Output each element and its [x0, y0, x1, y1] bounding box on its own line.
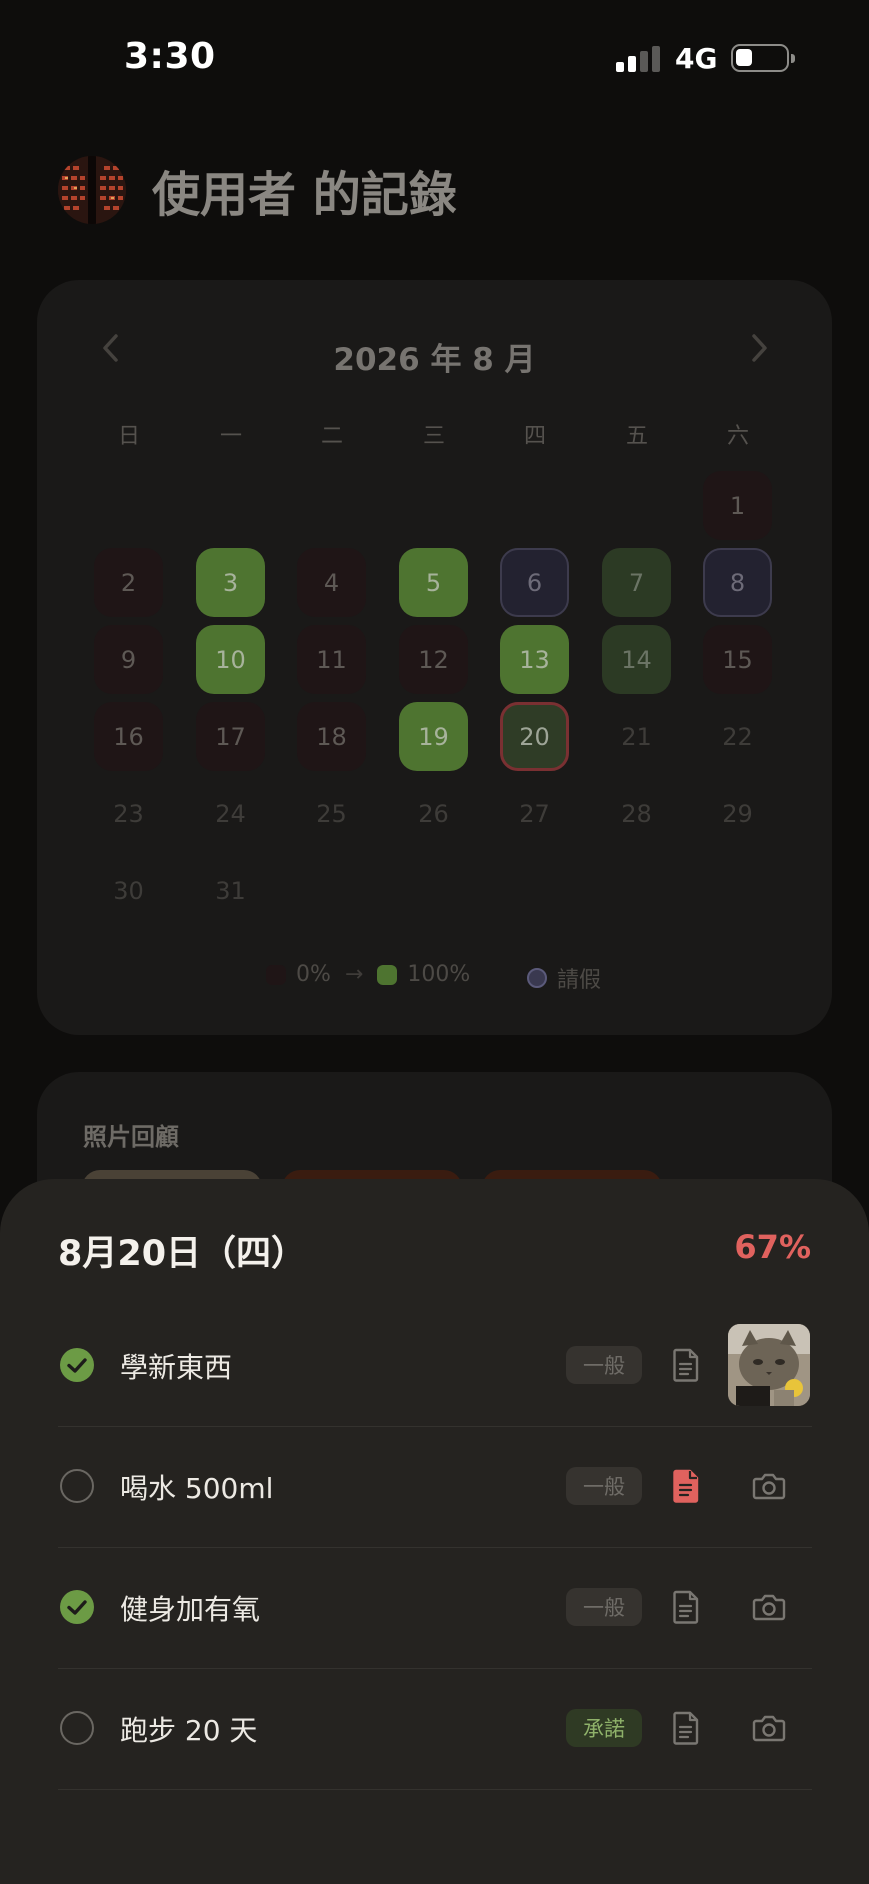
camera-icon — [752, 1594, 786, 1621]
task-row[interactable]: 跑步 20 天 承諾 — [58, 1669, 812, 1790]
next-month-button[interactable] — [744, 330, 774, 366]
legend-arrow: → — [344, 962, 364, 987]
weekday-label: 五 — [625, 424, 648, 449]
weekday-label: 四 — [523, 424, 546, 449]
battery-icon — [731, 44, 795, 72]
legend-low-label: 0% — [296, 962, 331, 987]
legend-leave-label: 請假 — [557, 968, 602, 993]
task-row[interactable]: 健身加有氧 一般 — [58, 1548, 812, 1669]
completion-percent: 67% — [734, 1228, 811, 1266]
avatar[interactable] — [58, 156, 126, 224]
calendar-day[interactable]: 19 — [399, 702, 468, 771]
note-button[interactable] — [670, 1468, 702, 1504]
task-checkbox[interactable] — [60, 1711, 94, 1745]
network-type: 4G — [675, 42, 718, 75]
legend-high-label: 100% — [407, 962, 471, 987]
page-title: 使用者 的記錄 — [152, 167, 457, 223]
task-label: 學新東西 — [120, 1351, 233, 1384]
calendar-day[interactable]: 26 — [399, 779, 468, 848]
sheet-date: 8月20日（四） — [58, 1234, 307, 1274]
task-type-tag: 一般 — [566, 1467, 642, 1505]
note-icon — [673, 1348, 699, 1382]
note-icon — [673, 1590, 699, 1624]
calendar-day[interactable]: 31 — [196, 856, 265, 925]
calendar-day[interactable]: 1 — [703, 471, 772, 540]
note-button[interactable] — [670, 1710, 702, 1746]
legend-low-swatch — [266, 964, 286, 985]
task-type-tag: 承諾 — [566, 1709, 642, 1747]
calendar-day[interactable]: 18 — [297, 702, 366, 771]
weekday-label: 日 — [117, 424, 140, 449]
calendar-day[interactable]: 4 — [297, 548, 366, 617]
calendar-day[interactable]: 13 — [500, 625, 569, 694]
task-checkbox-checked[interactable] — [60, 1590, 94, 1624]
app-screen: 使用者 的記錄 2026 年 8 月 日一二三四五六 1 2 3 4 5 6 7 8 9 10 11… — [0, 0, 869, 1884]
weekday-label: 一 — [219, 424, 242, 449]
calendar-day[interactable]: 28 — [602, 779, 671, 848]
calendar-day[interactable]: 6 — [500, 548, 569, 617]
task-checkbox-checked[interactable] — [60, 1348, 94, 1382]
calendar-day[interactable]: 20 — [500, 702, 569, 771]
calendar-day[interactable]: 3 — [196, 548, 265, 617]
task-label: 健身加有氧 — [120, 1593, 261, 1626]
calendar-legend: 0% → 100% 請假 — [0, 962, 869, 996]
weekday-label: 六 — [726, 424, 749, 449]
calendar-day[interactable]: 29 — [703, 779, 772, 848]
legend-leave: 請假 — [527, 962, 601, 994]
task-type-tag: 一般 — [566, 1346, 642, 1384]
calendar-day[interactable]: 5 — [399, 548, 468, 617]
task-row[interactable]: 學新東西 一般 — [58, 1306, 812, 1427]
calendar-day[interactable]: 14 — [602, 625, 671, 694]
task-photo-image — [728, 1324, 810, 1406]
calendar-day[interactable]: 16 — [94, 702, 163, 771]
camera-icon — [752, 1715, 786, 1742]
calendar-day[interactable]: 2 — [94, 548, 163, 617]
note-button[interactable] — [670, 1347, 702, 1383]
page-header: 使用者 的記錄 — [58, 155, 457, 225]
calendar-day[interactable]: 8 — [703, 548, 772, 617]
calendar-day[interactable]: 21 — [602, 702, 671, 771]
camera-icon — [752, 1473, 786, 1500]
status-time: 3:30 — [124, 36, 216, 77]
calendar-day[interactable]: 9 — [94, 625, 163, 694]
add-photo-button[interactable] — [728, 1687, 810, 1769]
task-label: 跑步 20 天 — [120, 1714, 258, 1747]
check-icon — [67, 1600, 87, 1615]
task-photo[interactable] — [728, 1324, 810, 1406]
note-button[interactable] — [670, 1589, 702, 1625]
calendar-day[interactable]: 25 — [297, 779, 366, 848]
signal-icon — [616, 46, 662, 72]
note-icon — [673, 1469, 699, 1503]
calendar-day[interactable]: 12 — [399, 625, 468, 694]
calendar-month-label: 2026 年 8 月 — [333, 342, 536, 378]
task-row[interactable]: 喝水 500ml 一般 — [58, 1427, 812, 1548]
task-label: 喝水 500ml — [120, 1472, 274, 1505]
calendar-day[interactable]: 17 — [196, 702, 265, 771]
calendar-day[interactable]: 15 — [703, 625, 772, 694]
weekday-label: 三 — [422, 424, 445, 449]
chevron-right-icon — [752, 334, 767, 362]
legend-leave-swatch — [527, 968, 547, 988]
calendar-day[interactable]: 24 — [196, 779, 265, 848]
check-icon — [67, 1358, 87, 1373]
calendar-day[interactable]: 23 — [94, 779, 163, 848]
calendar-day[interactable]: 22 — [703, 702, 772, 771]
calendar-day[interactable]: 7 — [602, 548, 671, 617]
calendar-day[interactable]: 30 — [94, 856, 163, 925]
task-type-tag: 一般 — [566, 1588, 642, 1626]
legend-high-swatch — [377, 964, 398, 985]
photo-review-title: 照片回顧 — [83, 1123, 179, 1151]
note-icon — [673, 1711, 699, 1745]
legend-low: 0% → 100% — [266, 962, 470, 987]
calendar-day[interactable]: 10 — [196, 625, 265, 694]
avatar-image — [58, 156, 126, 224]
task-checkbox[interactable] — [60, 1469, 94, 1503]
add-photo-button[interactable] — [728, 1566, 810, 1648]
status-bar: 3:30 4G — [0, 0, 869, 120]
calendar-day[interactable]: 11 — [297, 625, 366, 694]
calendar-day[interactable]: 27 — [500, 779, 569, 848]
weekday-label: 二 — [320, 424, 343, 449]
add-photo-button[interactable] — [728, 1445, 810, 1527]
